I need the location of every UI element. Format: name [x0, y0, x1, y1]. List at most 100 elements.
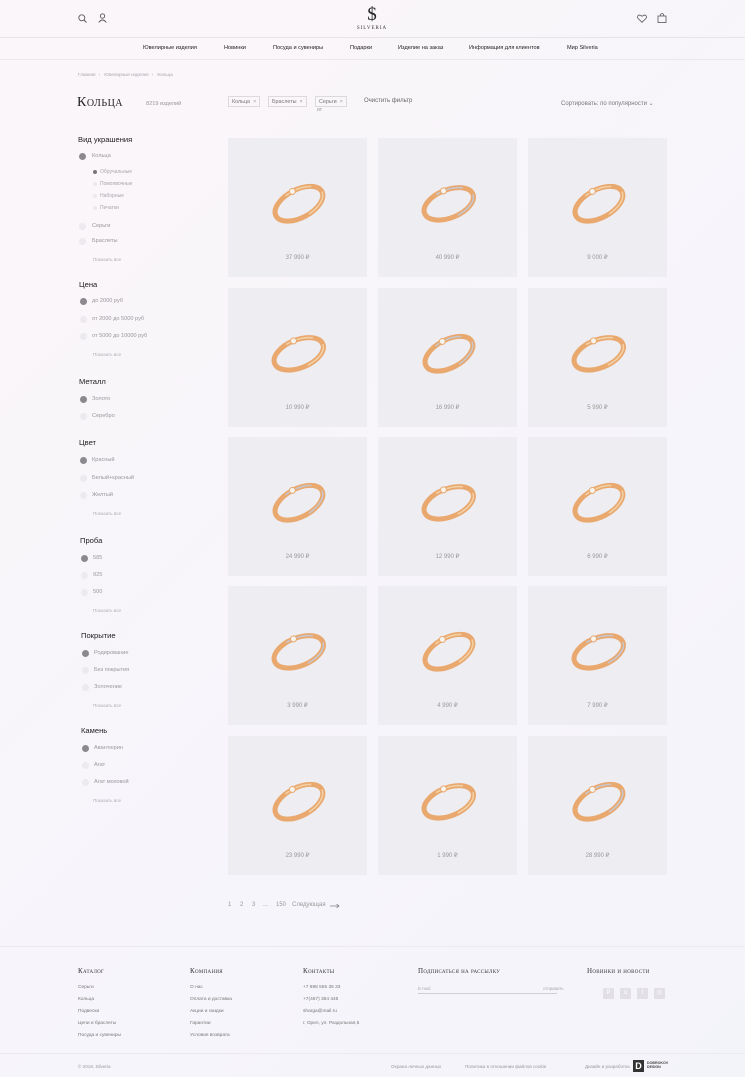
- filter-option[interactable]: Серьги: [92, 223, 110, 229]
- search-icon[interactable]: [78, 14, 87, 23]
- filter-option[interactable]: Кольца: [92, 153, 111, 159]
- filter-option[interactable]: Браслеты: [92, 238, 117, 244]
- pinterest-icon[interactable]: P: [603, 988, 614, 999]
- filter-sub-option[interactable]: Наборные: [100, 193, 124, 199]
- bag-icon[interactable]: [657, 13, 667, 23]
- close-icon[interactable]: ×: [300, 99, 303, 105]
- filter-option[interactable]: Без покрытия: [94, 667, 129, 673]
- filter-option[interactable]: Агат: [94, 762, 105, 768]
- radio[interactable]: [79, 223, 86, 230]
- radio[interactable]: [82, 745, 89, 752]
- breadcrumb-home[interactable]: Главная: [78, 72, 95, 77]
- radio[interactable]: [80, 396, 87, 403]
- filter-option[interactable]: от 5000 до 10000 руб: [92, 333, 147, 339]
- cookies-link[interactable]: Политика в отношении файлов cookie: [465, 1064, 546, 1069]
- footer-phone[interactable]: +7 888 555 35 33: [303, 985, 340, 990]
- filter-option[interactable]: Красный: [92, 457, 115, 463]
- filter-chip[interactable]: Браслеты ×: [268, 96, 307, 107]
- show-all-link[interactable]: Показать все: [93, 352, 121, 357]
- show-all-link[interactable]: Показать все: [93, 511, 121, 516]
- filter-sub-option[interactable]: Обручальные: [100, 169, 132, 175]
- footer-phone[interactable]: +7(467) 384 445: [303, 997, 338, 1002]
- show-all-link[interactable]: Показать все: [93, 257, 121, 262]
- footer-link[interactable]: Гарантии: [190, 1021, 211, 1026]
- radio[interactable]: [80, 316, 87, 323]
- radio[interactable]: [82, 779, 89, 786]
- filter-chip[interactable]: Кольца ×: [228, 96, 261, 107]
- radio[interactable]: [80, 333, 87, 340]
- filter-option[interactable]: Желтый: [92, 492, 113, 498]
- page-link-last[interactable]: 150: [276, 902, 286, 908]
- product-card[interactable]: 37 990 ₽: [228, 138, 367, 277]
- radio[interactable]: [80, 475, 87, 482]
- show-all-link[interactable]: Показать все: [93, 798, 121, 803]
- instagram-icon[interactable]: ◎: [654, 988, 665, 999]
- filter-option[interactable]: до 2000 руб: [92, 298, 123, 304]
- product-card[interactable]: 40 990 ₽: [378, 138, 517, 277]
- radio[interactable]: [81, 589, 88, 596]
- heart-icon[interactable]: [637, 14, 647, 23]
- close-icon[interactable]: ×: [253, 99, 256, 105]
- filter-chip[interactable]: Серьги ×: [315, 96, 347, 107]
- filter-option[interactable]: Агат моховой: [94, 779, 129, 785]
- filter-sub-option[interactable]: Печатки: [100, 205, 119, 211]
- filter-option[interactable]: 500: [93, 589, 102, 595]
- filter-option[interactable]: Золото: [92, 396, 110, 402]
- product-card[interactable]: 9 000 ₽: [528, 138, 667, 277]
- next-page-link[interactable]: Следующая: [292, 902, 326, 908]
- radio[interactable]: [82, 762, 89, 769]
- breadcrumb-jewelry[interactable]: Ювелирные изделия: [104, 72, 148, 77]
- filter-option[interactable]: от 2000 до 5000 руб: [92, 316, 144, 322]
- sub-radio[interactable]: [93, 206, 97, 210]
- footer-link[interactable]: Цепи и браслеты: [78, 1021, 116, 1026]
- product-card[interactable]: 4 990 ₽: [378, 586, 517, 725]
- page-link[interactable]: 2: [240, 902, 243, 908]
- footer-link[interactable]: Условия возврата: [190, 1033, 230, 1038]
- filter-option[interactable]: Родирование: [94, 650, 128, 656]
- subscribe-button[interactable]: отправить: [543, 986, 564, 991]
- nav-item-tableware[interactable]: Посуда и сувениры: [273, 45, 323, 51]
- radio[interactable]: [81, 572, 88, 579]
- nav-item-jewelry[interactable]: Ювелирные изделия: [143, 45, 197, 51]
- radio[interactable]: [80, 492, 87, 499]
- nav-item-custom[interactable]: Изделие на заказ: [398, 45, 443, 51]
- footer-link[interactable]: Акции и скидки: [190, 1009, 224, 1014]
- footer-link[interactable]: Кольца: [78, 997, 94, 1002]
- filter-sub-option[interactable]: Помолвочные: [100, 181, 132, 187]
- radio[interactable]: [82, 667, 89, 674]
- show-all-link[interactable]: Показать все: [93, 608, 121, 613]
- filter-option[interactable]: Белый+красный: [92, 475, 134, 481]
- sub-radio[interactable]: [93, 194, 97, 198]
- product-card[interactable]: 1 990 ₽: [378, 736, 517, 875]
- footer-email[interactable]: sharga@mail.ru: [303, 1009, 337, 1014]
- filter-option[interactable]: Серебро: [92, 413, 115, 419]
- filter-option[interactable]: Авантюрин: [94, 745, 123, 751]
- filter-option[interactable]: 585: [93, 555, 102, 561]
- filter-option[interactable]: 925: [93, 572, 102, 578]
- product-card[interactable]: 3 990 ₽: [228, 586, 367, 725]
- footer-link[interactable]: Подвески: [78, 1009, 99, 1014]
- radio[interactable]: [82, 684, 89, 691]
- product-card[interactable]: 6 990 ₽: [528, 437, 667, 576]
- arrow-right-icon[interactable]: [330, 903, 340, 909]
- sub-radio[interactable]: [93, 170, 97, 174]
- product-card[interactable]: 16 990 ₽: [378, 288, 517, 427]
- radio[interactable]: [81, 555, 88, 562]
- logo[interactable]: $ SILVERIA: [352, 5, 392, 31]
- user-icon[interactable]: [98, 13, 107, 23]
- radio[interactable]: [82, 650, 89, 657]
- show-all-link[interactable]: Показать все: [93, 703, 121, 708]
- radio[interactable]: [80, 298, 87, 305]
- product-card[interactable]: 7 990 ₽: [528, 586, 667, 725]
- product-card[interactable]: 28 990 ₽: [528, 736, 667, 875]
- filter-option[interactable]: Золочение: [94, 684, 122, 690]
- email-input[interactable]: E-mail: [418, 986, 430, 991]
- sub-radio[interactable]: [93, 182, 97, 186]
- sort-dropdown[interactable]: Сортировать: по популярности ⌄: [561, 100, 654, 107]
- nav-item-world[interactable]: Мир Silveria: [567, 45, 598, 51]
- radio[interactable]: [80, 413, 87, 420]
- nav-item-info[interactable]: Информация для клиентов: [469, 45, 540, 51]
- ok-icon[interactable]: o: [620, 988, 631, 999]
- footer-link[interactable]: О нас: [190, 985, 203, 990]
- developer-logo[interactable]: D: [633, 1060, 644, 1072]
